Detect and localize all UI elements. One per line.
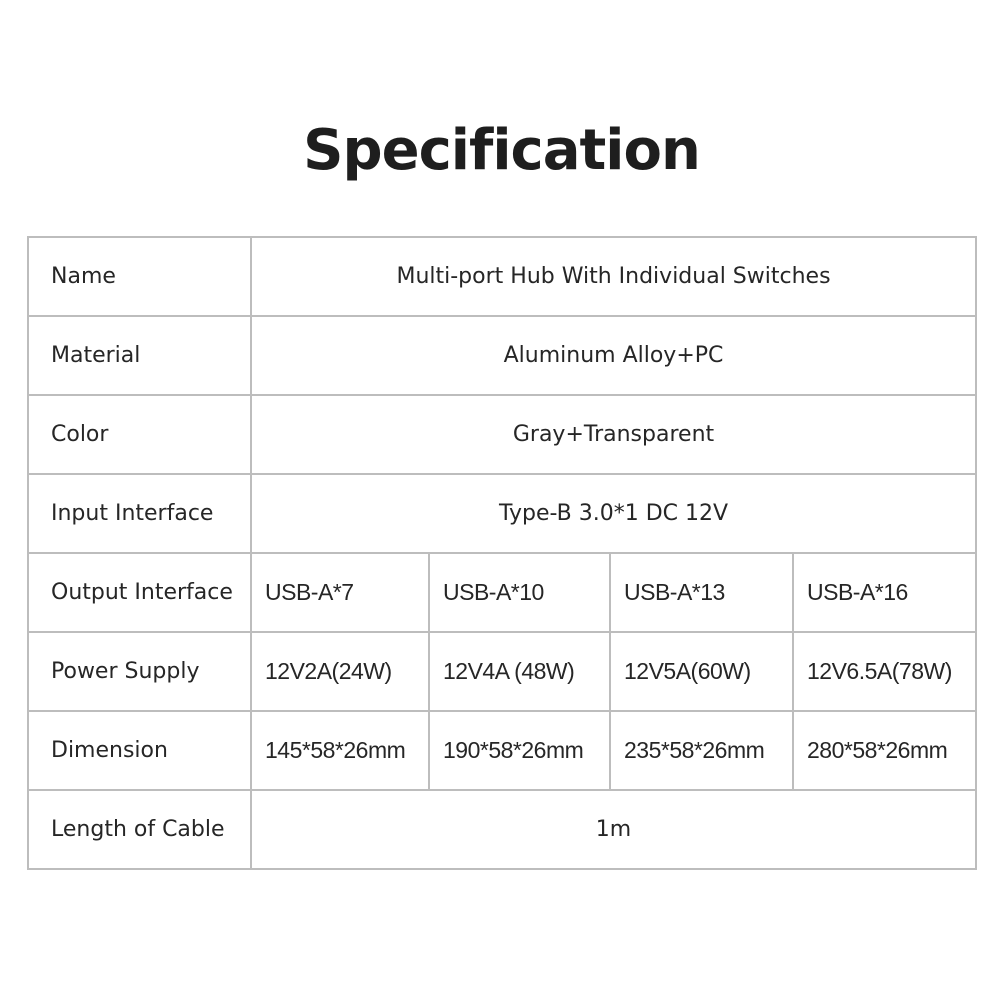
row-label: Output Interface (27, 552, 252, 633)
row-label: Name (27, 236, 252, 317)
table-row-name: Name Multi-port Hub With Individual Swit… (27, 236, 977, 317)
table-row-dimension: Dimension 145*58*26mm 190*58*26mm 235*58… (27, 710, 977, 791)
row-value: 12V6.5A(78W) (792, 631, 977, 712)
row-value: USB-A*13 (609, 552, 794, 633)
row-value: 1m (250, 789, 977, 870)
table-row-output-interface: Output Interface USB-A*7 USB-A*10 USB-A*… (27, 552, 977, 633)
row-value: USB-A*7 (250, 552, 430, 633)
table-row-input-interface: Input Interface Type-B 3.0*1 DC 12V (27, 473, 977, 554)
table-row-color: Color Gray+Transparent (27, 394, 977, 475)
row-label: Power Supply (27, 631, 252, 712)
row-value: 235*58*26mm (609, 710, 794, 791)
row-value: 12V2A(24W) (250, 631, 430, 712)
row-value: Type-B 3.0*1 DC 12V (250, 473, 977, 554)
row-value: 12V4A (48W) (428, 631, 611, 712)
row-label: Material (27, 315, 252, 396)
table-row-cable-length: Length of Cable 1m (27, 789, 977, 870)
page-title: Specification (303, 118, 701, 183)
row-label: Input Interface (27, 473, 252, 554)
row-label: Length of Cable (27, 789, 252, 870)
row-value: Aluminum Alloy+PC (250, 315, 977, 396)
row-label: Dimension (27, 710, 252, 791)
row-label: Color (27, 394, 252, 475)
table-row-power-supply: Power Supply 12V2A(24W) 12V4A (48W) 12V5… (27, 631, 977, 712)
specification-table: Name Multi-port Hub With Individual Swit… (27, 236, 977, 870)
row-value: USB-A*16 (792, 552, 977, 633)
table-row-material: Material Aluminum Alloy+PC (27, 315, 977, 396)
row-value: 280*58*26mm (792, 710, 977, 791)
row-value: 145*58*26mm (250, 710, 430, 791)
row-value: Multi-port Hub With Individual Switches (250, 236, 977, 317)
row-value: 190*58*26mm (428, 710, 611, 791)
row-value: Gray+Transparent (250, 394, 977, 475)
row-value: 12V5A(60W) (609, 631, 794, 712)
row-value: USB-A*10 (428, 552, 611, 633)
